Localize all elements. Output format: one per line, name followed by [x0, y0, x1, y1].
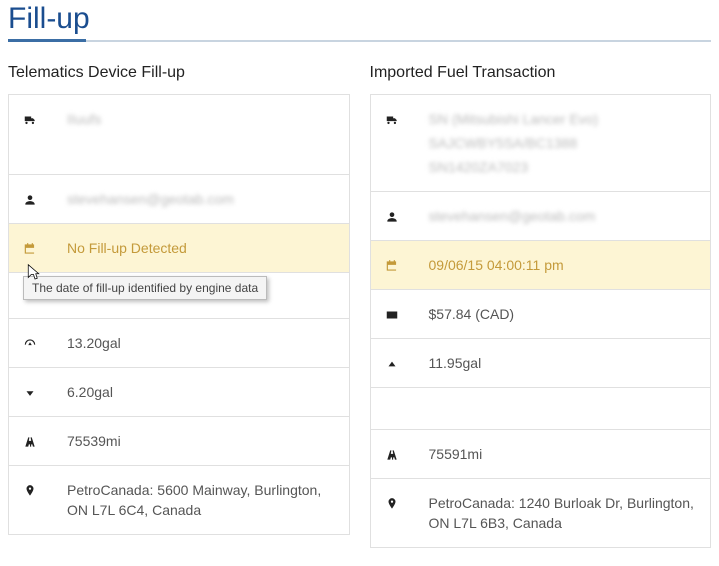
odometer-value: 75539mi	[67, 431, 335, 451]
telematics-heading: Telematics Device Fill-up	[8, 64, 350, 82]
money-icon	[385, 304, 429, 324]
driver-row: stevehansen@geotab.com	[9, 175, 349, 224]
calendar-icon	[23, 238, 67, 258]
gauge-icon	[23, 333, 67, 353]
vehicle-value: SN (Mitsubishi Lancer Evo) SAJCWBY5SA/BC…	[429, 109, 697, 177]
fillup-date-value: 09/06/15 04:00:11 pm	[429, 255, 697, 275]
fuel-delta-value: 6.20gal	[67, 382, 335, 402]
odometer-row: 75591mi	[371, 430, 711, 479]
telematics-column: Telematics Device Fill-up IIuufs steveha…	[8, 64, 350, 548]
location-value: PetroCanada: 5600 Mainway, Burlington, O…	[67, 480, 335, 520]
vehicle-value: IIuufs	[67, 109, 335, 129]
fuel-delta-row-empty	[371, 388, 711, 430]
pin-icon	[385, 493, 429, 513]
telematics-card: IIuufs stevehansen@geotab.com No Fill-up…	[8, 94, 350, 535]
comparison-columns: Telematics Device Fill-up IIuufs steveha…	[8, 64, 711, 548]
fuel-qty-row: 13.20gal	[9, 319, 349, 368]
person-icon	[385, 206, 429, 226]
fuel-qty-value: 11.95gal	[429, 353, 697, 373]
road-icon	[385, 444, 429, 464]
person-icon	[23, 189, 67, 209]
imported-card: SN (Mitsubishi Lancer Evo) SAJCWBY5SA/BC…	[370, 94, 712, 548]
truck-icon	[385, 109, 429, 129]
odometer-value: 75591mi	[429, 444, 697, 464]
vehicle-row: IIuufs	[9, 95, 349, 175]
cost-row: $57.84 (CAD)	[371, 290, 711, 339]
caret-down-icon	[23, 382, 67, 402]
cost-value: $57.84 (CAD)	[429, 304, 697, 324]
driver-value: stevehansen@geotab.com	[429, 206, 697, 226]
truck-icon	[23, 109, 67, 129]
caret-up-icon	[385, 353, 429, 373]
vehicle-row: SN (Mitsubishi Lancer Evo) SAJCWBY5SA/BC…	[371, 95, 711, 192]
location-row: PetroCanada: 1240 Burloak Dr, Burlington…	[371, 479, 711, 547]
fuel-delta-row: 6.20gal	[9, 368, 349, 417]
driver-value: stevehansen@geotab.com	[67, 189, 335, 209]
odometer-row: 75539mi	[9, 417, 349, 466]
calendar-icon	[385, 255, 429, 275]
title-rule	[8, 40, 711, 42]
imported-heading: Imported Fuel Transaction	[370, 64, 712, 82]
fillup-date-row[interactable]: No Fill-up Detected The date of fill-up …	[9, 224, 349, 273]
driver-row: stevehansen@geotab.com	[371, 192, 711, 241]
location-row: PetroCanada: 5600 Mainway, Burlington, O…	[9, 466, 349, 534]
location-value: PetroCanada: 1240 Burloak Dr, Burlington…	[429, 493, 697, 533]
pin-icon	[23, 480, 67, 500]
page-title: Fill-up	[8, 2, 711, 36]
fillup-date-row[interactable]: 09/06/15 04:00:11 pm	[371, 241, 711, 290]
road-icon	[23, 431, 67, 451]
fillup-date-value: No Fill-up Detected	[67, 238, 335, 258]
fillup-date-tooltip: The date of fill-up identified by engine…	[23, 276, 267, 300]
fuel-qty-value: 13.20gal	[67, 333, 335, 353]
imported-column: Imported Fuel Transaction SN (Mitsubishi…	[370, 64, 712, 548]
fuel-qty-row: 11.95gal	[371, 339, 711, 388]
